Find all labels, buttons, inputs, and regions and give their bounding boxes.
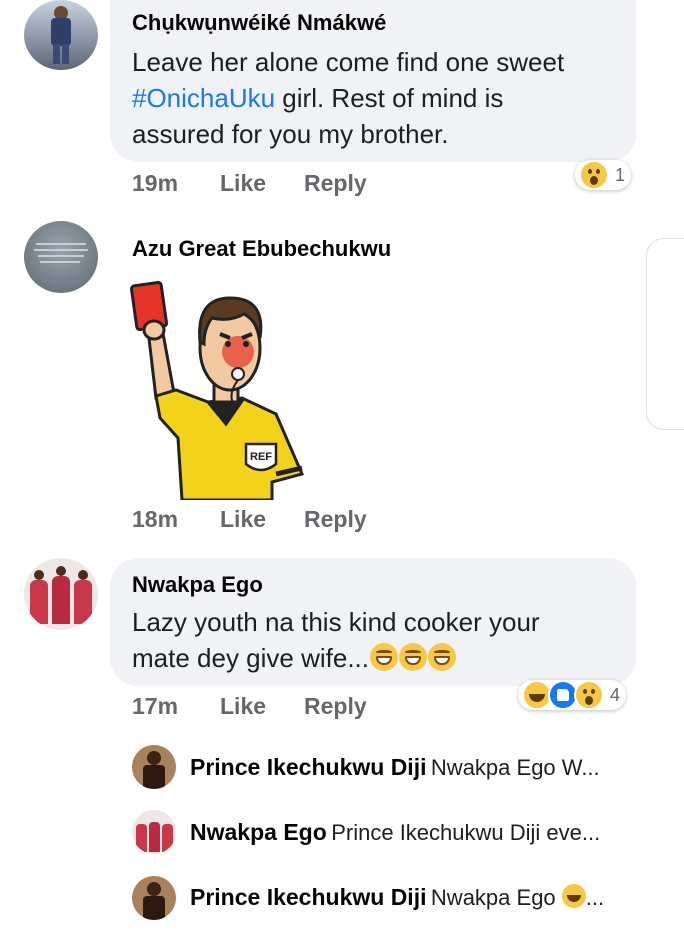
- referee-badge-text: REF: [250, 451, 272, 463]
- laughing-emoji-icon: [561, 884, 586, 908]
- reply-item[interactable]: Prince Ikechukwu Diji Nwakpa Ego ...: [190, 884, 604, 911]
- comment-text-line: mate dey give wife...: [132, 640, 632, 676]
- reply-preview-ellipsis: ...: [585, 885, 605, 910]
- wow-reaction-icon: [579, 160, 609, 190]
- reply-avatar[interactable]: [132, 745, 176, 789]
- comment-author[interactable]: Nwakpa Ego: [132, 572, 263, 598]
- reply-preview: Prince Ikechukwu Diji eve...: [331, 820, 601, 845]
- reply-author[interactable]: Prince Ikechukwu Diji: [190, 884, 426, 910]
- comment-actions: 17m Like Reply: [132, 693, 367, 720]
- reaction-summary[interactable]: 4: [518, 680, 627, 710]
- comment-text-line: #OnichaUku girl. Rest of mind is: [132, 80, 632, 116]
- like-button[interactable]: Like: [220, 506, 304, 533]
- comment-text-line: assured for you my brother.: [132, 119, 449, 149]
- reply-button[interactable]: Reply: [304, 506, 367, 533]
- comment-author[interactable]: Azu Great Ebubechukwu: [132, 236, 391, 262]
- comment-text-fragment: mate dey give wife...: [132, 643, 369, 673]
- referee-sticker: REF: [126, 278, 306, 502]
- reply-item[interactable]: Nwakpa Ego Prince Ikechukwu Diji eve...: [190, 819, 600, 846]
- reply-avatar[interactable]: [132, 876, 176, 920]
- comment-timestamp[interactable]: 19m: [132, 170, 220, 197]
- grin-emoji-icon: [370, 643, 398, 671]
- like-button[interactable]: Like: [220, 170, 304, 197]
- comment-bubble: Nwakpa Ego Lazy youth na this kind cooke…: [110, 558, 636, 686]
- hashtag-link[interactable]: #OnichaUku: [132, 83, 275, 113]
- reply-item[interactable]: Prince Ikechukwu Diji Nwakpa Ego W...: [190, 754, 600, 781]
- comment-text-fragment: girl. Rest of mind is: [275, 83, 504, 113]
- grin-emoji-icon: [399, 643, 427, 671]
- reply-avatar[interactable]: [132, 810, 176, 854]
- avatar[interactable]: [24, 558, 98, 630]
- comment-actions: 19m Like Reply: [132, 170, 367, 197]
- reaction-count: 4: [610, 684, 621, 705]
- reaction-summary[interactable]: 1: [575, 160, 632, 190]
- reply-preview: Nwakpa Ego: [430, 885, 562, 910]
- reply-author[interactable]: Nwakpa Ego: [190, 819, 327, 845]
- scroll-edge[interactable]: [646, 238, 684, 430]
- grin-emoji-icon: [428, 643, 456, 671]
- reply-button[interactable]: Reply: [304, 170, 367, 197]
- like-button[interactable]: Like: [220, 693, 304, 720]
- reaction-count: 1: [615, 164, 626, 185]
- comment-bubble: Chụkwụnwéiké Nmákwé Leave her alone come…: [110, 0, 636, 162]
- comment-actions: 18m Like Reply: [132, 506, 367, 533]
- referee-red-card-sticker-image: REF: [129, 281, 305, 502]
- comment-text: Lazy youth na this kind cooker your mate…: [132, 604, 632, 676]
- comment-text-line: Leave her alone come find one sweet: [132, 47, 565, 77]
- comment-author[interactable]: Chụkwụnwéiké Nmákwé: [132, 10, 386, 36]
- comment-timestamp[interactable]: 18m: [132, 506, 220, 533]
- avatar[interactable]: [24, 0, 98, 70]
- comment-text: Leave her alone come find one sweet #Oni…: [132, 44, 632, 152]
- reply-preview: Nwakpa Ego W...: [430, 755, 600, 780]
- comment-text-line: Lazy youth na this kind cooker your: [132, 607, 540, 637]
- avatar[interactable]: [24, 221, 98, 293]
- reply-button[interactable]: Reply: [304, 693, 367, 720]
- wow-reaction-icon: [574, 680, 604, 710]
- reply-author[interactable]: Prince Ikechukwu Diji: [190, 754, 426, 780]
- comment-timestamp[interactable]: 17m: [132, 693, 220, 720]
